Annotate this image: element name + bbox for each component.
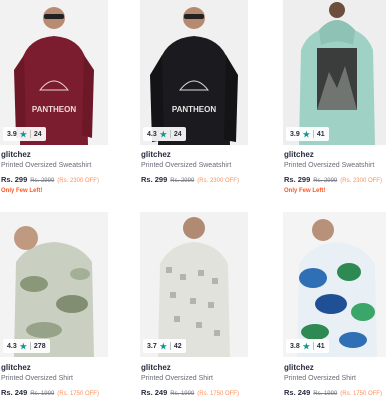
product-brand: glitchez <box>284 363 314 372</box>
product-mrp: Rs. 1999 <box>313 391 338 397</box>
product-image[interactable]: 3.9 ★ 41 <box>283 0 386 145</box>
product-title: Printed Oversized Shirt <box>284 375 356 382</box>
rating-badge: 3.7 ★ 42 <box>143 339 186 353</box>
rating-value: 4.3 <box>7 342 17 350</box>
rating-divider <box>29 130 31 138</box>
product-image[interactable]: 4.3 ★ 278 <box>0 212 108 357</box>
star-icon: ★ <box>19 129 27 139</box>
rating-badge: 3.8 ★ 41 <box>286 339 329 353</box>
price-row: Rs. 299 Rs. 2999 (Rs. 2300 OFF) <box>141 175 239 184</box>
rating-divider <box>169 342 171 350</box>
product-brand: glitchez <box>284 150 314 159</box>
product-title: Printed Oversized Sweatshirt <box>141 162 232 169</box>
product-price: Rs. 299 <box>141 175 168 184</box>
product-price: Rs. 299 <box>284 175 311 184</box>
rating-badge: 4.3 ★ 24 <box>143 127 186 141</box>
price-row: Rs. 299 Rs. 2999 (Rs. 2300 OFF) <box>284 175 382 184</box>
rating-value: 4.3 <box>147 130 157 138</box>
product-price: Rs. 249 <box>284 388 311 397</box>
svg-text:PANTHEON: PANTHEON <box>32 105 77 114</box>
rating-count: 278 <box>33 342 46 350</box>
product-title: Printed Oversized Shirt <box>141 375 213 382</box>
product-mrp: Rs. 2999 <box>313 178 338 184</box>
product-discount: (Rs. 1750 OFF) <box>340 391 382 397</box>
rating-badge: 3.9 ★ 41 <box>286 127 329 141</box>
product-brand: glitchez <box>1 363 31 372</box>
price-row: Rs. 249 Rs. 1999 (Rs. 1750 OFF) <box>1 388 99 397</box>
rating-count: 41 <box>316 130 325 138</box>
rating-value: 3.7 <box>147 342 157 350</box>
rating-divider <box>312 342 314 350</box>
product-brand: glitchez <box>141 363 171 372</box>
product-discount: (Rs. 2300 OFF) <box>197 178 239 184</box>
product-image[interactable]: PANTHEON 3.9 ★ 24 <box>0 0 108 145</box>
product-mrp: Rs. 1999 <box>170 391 195 397</box>
star-icon: ★ <box>19 341 27 351</box>
price-row: Rs. 249 Rs. 1999 (Rs. 1750 OFF) <box>141 388 239 397</box>
product-brand: glitchez <box>141 150 171 159</box>
stock-warning: Only Few Left! <box>284 188 326 194</box>
product-mrp: Rs. 1999 <box>30 391 55 397</box>
rating-divider <box>29 342 31 350</box>
rating-badge: 3.9 ★ 24 <box>3 127 46 141</box>
product-mrp: Rs. 2999 <box>30 178 55 184</box>
product-discount: (Rs. 1750 OFF) <box>197 391 239 397</box>
product-discount: (Rs. 2300 OFF) <box>57 178 99 184</box>
stock-warning: Only Few Left! <box>1 188 43 194</box>
rating-count: 24 <box>33 130 42 138</box>
price-row: Rs. 249 Rs. 1999 (Rs. 1750 OFF) <box>284 388 382 397</box>
rating-count: 41 <box>316 342 325 350</box>
rating-badge: 4.3 ★ 278 <box>3 339 50 353</box>
product-image[interactable]: 3.7 ★ 42 <box>140 212 248 357</box>
product-price: Rs. 249 <box>1 388 28 397</box>
product-title: Printed Oversized Shirt <box>1 375 73 382</box>
product-title: Printed Oversized Sweatshirt <box>284 162 375 169</box>
star-icon: ★ <box>159 341 167 351</box>
product-mrp: Rs. 2999 <box>170 178 195 184</box>
product-discount: (Rs. 2300 OFF) <box>340 178 382 184</box>
rating-value: 3.9 <box>290 130 300 138</box>
star-icon: ★ <box>302 129 310 139</box>
product-grid: PANTHEON 3.9 ★ 24 glitchez Printed Overs… <box>0 0 386 400</box>
rating-divider <box>169 130 171 138</box>
product-title: Printed Oversized Sweatshirt <box>1 162 92 169</box>
product-image[interactable]: 3.8 ★ 41 <box>283 212 386 357</box>
star-icon: ★ <box>302 341 310 351</box>
rating-divider <box>312 130 314 138</box>
rating-count: 24 <box>173 130 182 138</box>
product-price: Rs. 249 <box>141 388 168 397</box>
rating-count: 42 <box>173 342 182 350</box>
svg-text:PANTHEON: PANTHEON <box>172 105 217 114</box>
product-image[interactable]: PANTHEON 4.3 ★ 24 <box>140 0 248 145</box>
price-row: Rs. 299 Rs. 2999 (Rs. 2300 OFF) <box>1 175 99 184</box>
star-icon: ★ <box>159 129 167 139</box>
product-price: Rs. 299 <box>1 175 28 184</box>
rating-value: 3.8 <box>290 342 300 350</box>
product-discount: (Rs. 1750 OFF) <box>57 391 99 397</box>
product-brand: glitchez <box>1 150 31 159</box>
rating-value: 3.9 <box>7 130 17 138</box>
